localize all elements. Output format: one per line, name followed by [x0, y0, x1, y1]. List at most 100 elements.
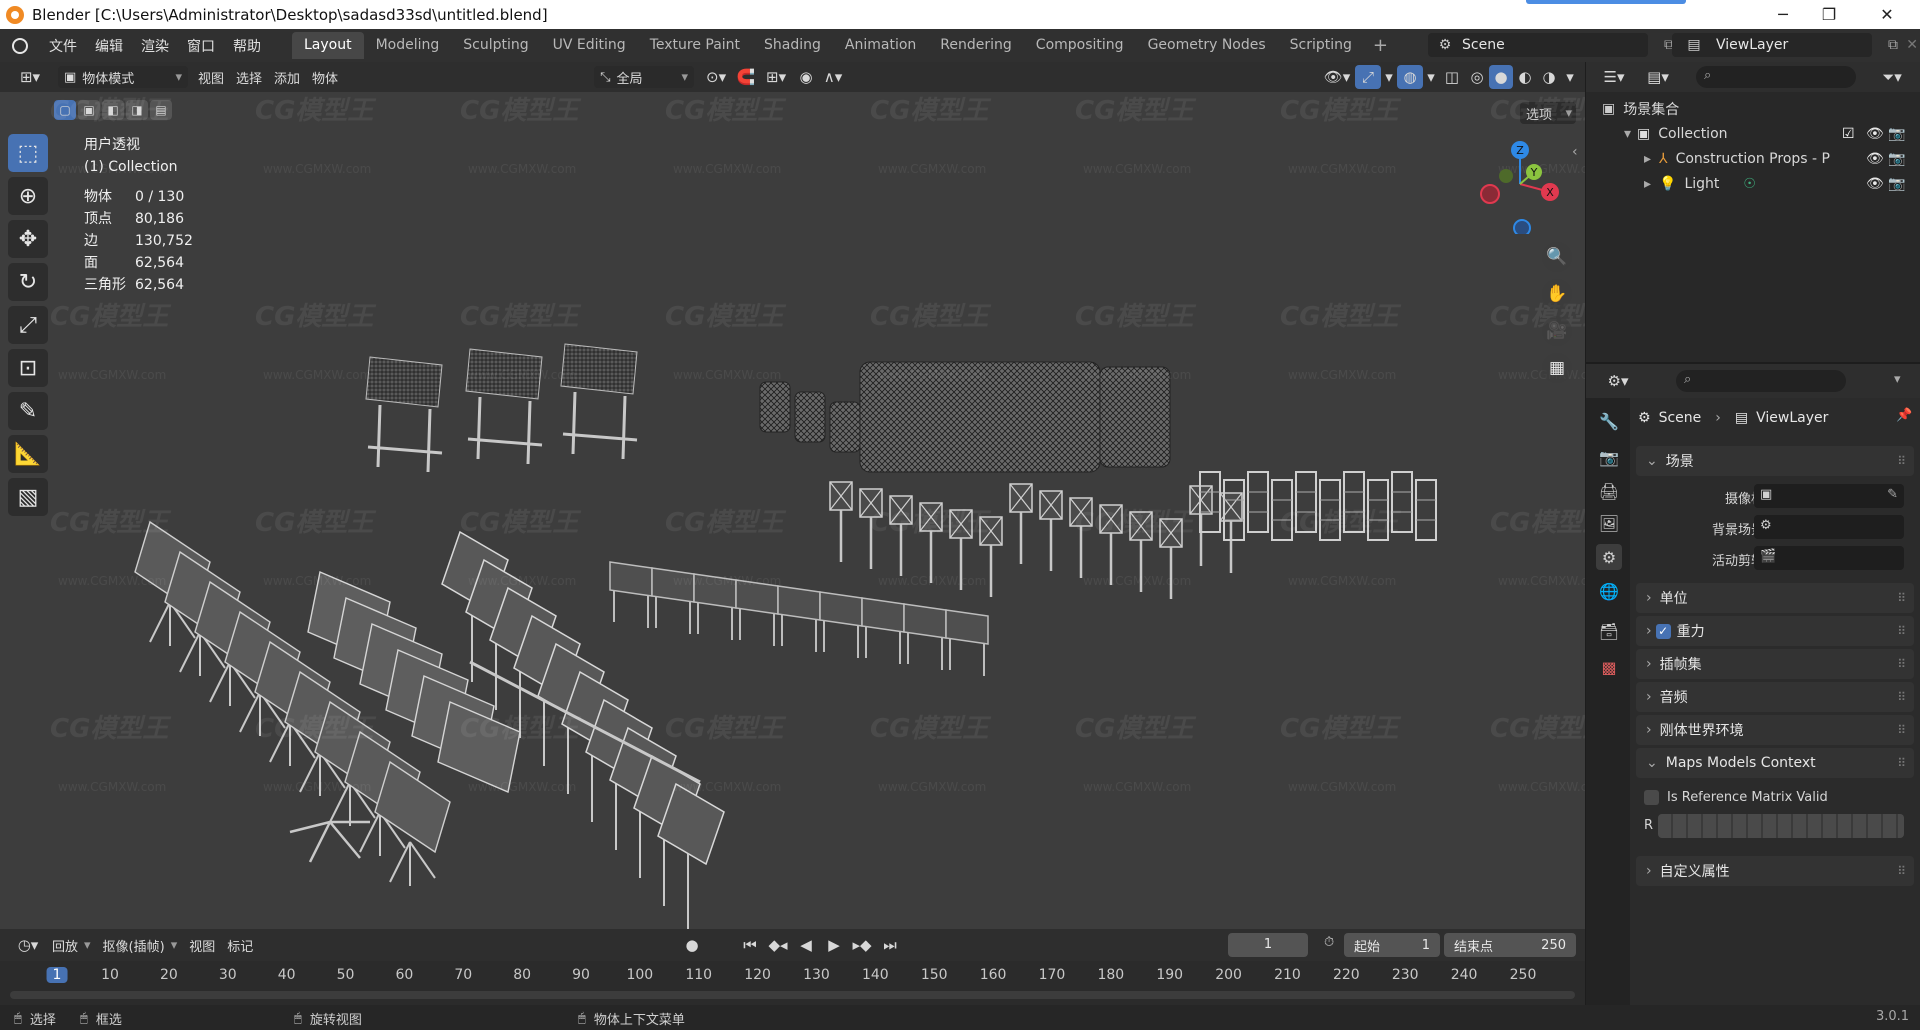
- outliner-editor-icon[interactable]: ☰▾: [1596, 65, 1632, 89]
- ortho-grid-icon[interactable]: ▦: [1542, 353, 1572, 383]
- rotate-tool-icon[interactable]: ↻: [8, 263, 48, 301]
- camera-icon[interactable]: 📷: [1888, 126, 1905, 142]
- start-frame-field[interactable]: 起始 1: [1344, 933, 1440, 957]
- output-icon[interactable]: 🖨: [1596, 478, 1622, 504]
- drag-handle-icon[interactable]: ⠿: [1897, 657, 1906, 671]
- filter-icon[interactable]: ⏷▾: [1872, 65, 1912, 89]
- sidebar-toggle-icon[interactable]: ‹: [1572, 144, 1578, 160]
- chevron-down-icon[interactable]: ▾: [1894, 372, 1901, 387]
- display-mode-icon[interactable]: ▤▾: [1640, 65, 1676, 89]
- current-frame-field[interactable]: 1: [1228, 933, 1308, 957]
- tab-compositing[interactable]: Compositing: [1024, 32, 1136, 59]
- camera-icon[interactable]: 📷: [1888, 176, 1905, 192]
- tab-sculpting[interactable]: Sculpting: [451, 32, 540, 59]
- prev-keyframe-icon[interactable]: ◆◂: [766, 933, 790, 957]
- world-icon[interactable]: 🌐: [1596, 578, 1622, 604]
- end-frame-field[interactable]: 结束点 250: [1444, 933, 1576, 957]
- expand-arrow-icon[interactable]: ▾: [1624, 126, 1631, 142]
- menu-timeline-view[interactable]: 视图: [183, 934, 221, 956]
- panel-keying-sets[interactable]: › 插帧集 ⠿: [1636, 649, 1914, 679]
- menu-marker[interactable]: 标记: [221, 934, 259, 956]
- outliner-item-collection[interactable]: ▾ ▣ Collection ☑ 👁 📷: [1586, 121, 1920, 146]
- next-keyframe-icon[interactable]: ▸◆: [850, 933, 874, 957]
- clock-icon[interactable]: ⏱: [1324, 935, 1334, 950]
- cursor-tool-icon[interactable]: ⊕: [8, 177, 48, 215]
- outliner-item-light[interactable]: ▸ 💡 Light ☉ 👁 📷: [1586, 171, 1920, 196]
- eyedropper-icon[interactable]: ✎: [1887, 487, 1898, 502]
- tab-uv-editing[interactable]: UV Editing: [541, 32, 638, 59]
- drag-handle-icon[interactable]: ⠿: [1897, 756, 1906, 770]
- add-cube-tool-icon[interactable]: ▧: [8, 478, 48, 516]
- panel-units[interactable]: › 单位 ⠿: [1636, 583, 1914, 613]
- tab-animation[interactable]: Animation: [833, 32, 928, 59]
- camera-view-icon[interactable]: 🎥: [1542, 316, 1572, 346]
- drag-handle-icon[interactable]: ⠿: [1897, 690, 1906, 704]
- tab-rendering[interactable]: Rendering: [928, 32, 1024, 59]
- timeline-editor-icon[interactable]: ◷▾: [10, 933, 46, 957]
- panel-maps-models-context[interactable]: ⌄ Maps Models Context ⠿: [1636, 748, 1914, 778]
- eye-icon[interactable]: 👁: [1866, 176, 1884, 192]
- expand-arrow-icon[interactable]: ▸: [1644, 176, 1651, 192]
- panel-scene[interactable]: ⌄ 场景 ⠿: [1636, 446, 1914, 476]
- texture-icon[interactable]: ▩: [1596, 654, 1622, 680]
- delete-viewlayer-icon[interactable]: ✕: [1906, 37, 1918, 53]
- active-clip-field[interactable]: 🎬: [1754, 546, 1904, 570]
- scene-selector[interactable]: ⚙ Scene ⧉ ✕: [1428, 33, 1696, 57]
- menu-playback[interactable]: 回放 ▾: [46, 934, 97, 956]
- ref-matrix-row[interactable]: Is Reference Matrix Valid: [1644, 790, 1828, 805]
- timeline-ruler[interactable]: 1 10 20 30 40 50 60 70 80 90 100 110 120 130 140 150 160…: [0, 961, 1585, 989]
- expand-arrow-icon[interactable]: ▸: [1644, 151, 1651, 167]
- scene-meshes[interactable]: [0, 62, 1585, 929]
- tab-shading[interactable]: Shading: [752, 32, 833, 59]
- drag-handle-icon[interactable]: ⠿: [1897, 454, 1906, 468]
- menu-render[interactable]: 渲染: [132, 36, 178, 56]
- drag-handle-icon[interactable]: ⠿: [1897, 723, 1906, 737]
- jump-start-icon[interactable]: ⏮: [738, 933, 762, 957]
- play-reverse-icon[interactable]: ◀: [794, 933, 818, 957]
- menu-file[interactable]: 文件: [40, 36, 86, 56]
- render-icon[interactable]: 📷: [1596, 444, 1622, 470]
- camera-field[interactable]: ▣ ✎: [1754, 484, 1904, 508]
- viewlayer-selector[interactable]: ▤ ViewLayer ⧉ ✕: [1672, 33, 1918, 57]
- ref-matrix-checkbox[interactable]: [1644, 790, 1659, 805]
- scene-tab-icon[interactable]: ⚙: [1596, 544, 1622, 570]
- zoom-icon[interactable]: 🔍: [1542, 242, 1572, 272]
- record-icon[interactable]: ●: [680, 933, 704, 957]
- r-matrix-field[interactable]: [1658, 814, 1904, 838]
- timeline-scrollbar[interactable]: [10, 991, 1575, 999]
- drag-handle-icon[interactable]: ⠿: [1897, 624, 1906, 638]
- panel-audio[interactable]: › 音频 ⠿: [1636, 682, 1914, 712]
- add-workspace-icon[interactable]: +: [1364, 35, 1397, 56]
- play-icon[interactable]: ▶: [822, 933, 846, 957]
- outliner-search-input[interactable]: ⌕: [1696, 66, 1856, 88]
- menu-window[interactable]: 窗口: [178, 36, 224, 56]
- jump-end-icon[interactable]: ⏭: [878, 933, 902, 957]
- background-scene-field[interactable]: ⚙: [1754, 515, 1904, 539]
- minimize-icon[interactable]: ─: [1760, 0, 1806, 29]
- eye-icon[interactable]: 👁: [1866, 151, 1884, 167]
- menu-help[interactable]: 帮助: [224, 36, 270, 56]
- transform-tool-icon[interactable]: ⊡: [8, 349, 48, 387]
- navigation-gizmo[interactable]: Z X Y: [1470, 134, 1560, 234]
- menu-edit[interactable]: 编辑: [86, 36, 132, 56]
- pan-hand-icon[interactable]: ✋: [1542, 279, 1572, 309]
- properties-editor-icon[interactable]: ⚙▾: [1600, 369, 1636, 393]
- tab-geometry-nodes[interactable]: Geometry Nodes: [1136, 32, 1278, 59]
- measure-tool-icon[interactable]: 📐: [8, 435, 48, 473]
- pin-icon[interactable]: 📌: [1896, 408, 1912, 423]
- maximize-icon[interactable]: ❐: [1806, 0, 1852, 29]
- drag-handle-icon[interactable]: ⠿: [1897, 864, 1906, 878]
- select-box-tool-icon[interactable]: ⬚: [8, 134, 48, 172]
- blender-menu-icon[interactable]: [0, 37, 40, 54]
- menu-keying[interactable]: 抠像(插帧) ▾: [97, 934, 184, 956]
- panel-custom-properties[interactable]: › 自定义属性 ⠿: [1636, 856, 1914, 886]
- new-viewlayer-icon[interactable]: ⧉: [1888, 37, 1898, 53]
- view-layer-icon[interactable]: 🖼: [1596, 510, 1622, 536]
- gravity-checkbox[interactable]: ✓: [1655, 623, 1671, 639]
- drag-handle-icon[interactable]: ⠿: [1897, 591, 1906, 605]
- camera-icon[interactable]: 📷: [1888, 151, 1905, 167]
- tab-scripting[interactable]: Scripting: [1278, 32, 1364, 59]
- outliner-item-construction-props[interactable]: ▸ ⅄ Construction Props - P 👁 📷: [1586, 146, 1920, 171]
- collection-tab-icon[interactable]: 🗃: [1596, 618, 1622, 644]
- checkbox-icon[interactable]: ☑: [1842, 126, 1855, 142]
